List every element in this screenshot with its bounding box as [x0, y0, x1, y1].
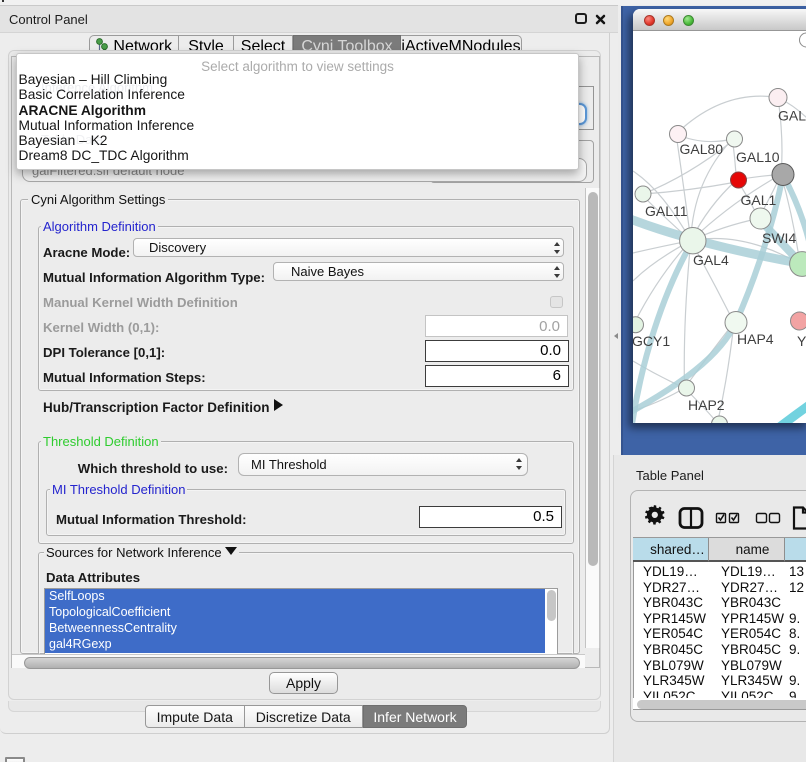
svg-text:GAL4: GAL4: [693, 252, 729, 268]
svg-text:GCY1: GCY1: [633, 333, 670, 349]
svg-text:GAL80: GAL80: [680, 141, 724, 157]
svg-text:GAL7: GAL7: [778, 108, 806, 124]
svg-text:GAL11: GAL11: [645, 203, 688, 219]
svg-text:HAP2: HAP2: [688, 397, 725, 413]
svg-text:SWI4: SWI4: [762, 230, 796, 246]
svg-text:HAP4: HAP4: [737, 331, 774, 347]
svg-text:GAL1: GAL1: [741, 192, 777, 208]
svg-text:GAL10: GAL10: [736, 149, 780, 165]
svg-text:YJ: YJ: [797, 333, 806, 349]
